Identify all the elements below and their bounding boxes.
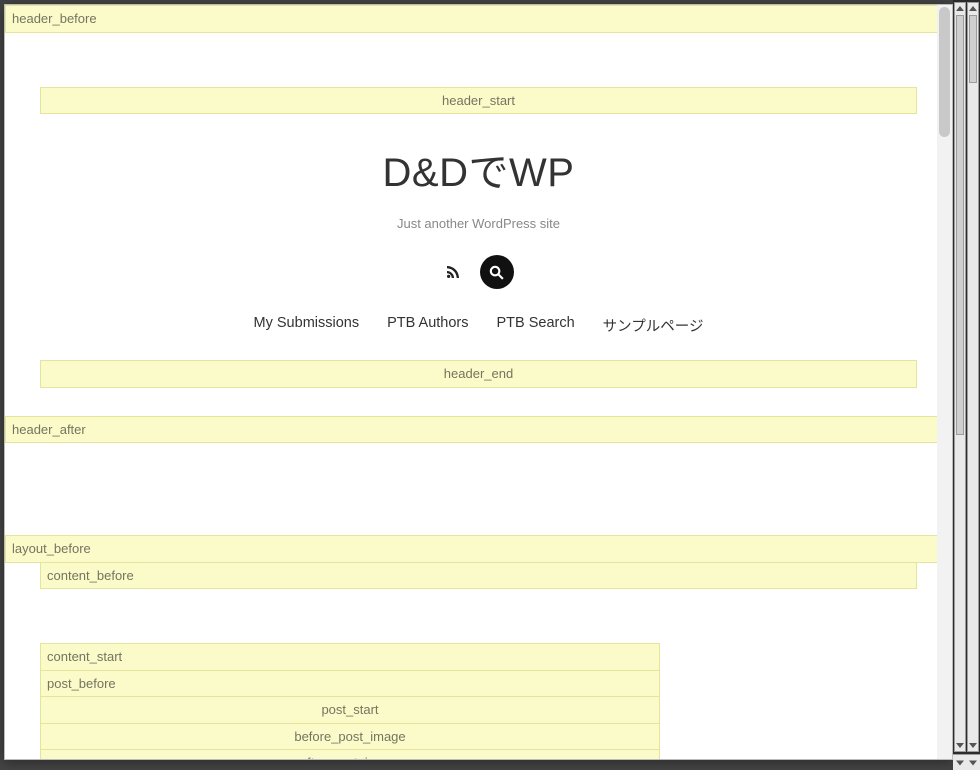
primary-nav: My Submissions PTB Authors PTB Search サン… [5, 315, 952, 336]
hook-header-after: header_after [5, 416, 952, 444]
inner-scrollbar[interactable] [937, 5, 952, 759]
scroll-up-icon[interactable] [956, 6, 964, 11]
nav-item-ptb-authors[interactable]: PTB Authors [387, 315, 468, 336]
nav-item-submissions[interactable]: My Submissions [254, 315, 360, 336]
site-title[interactable]: D&DでWP [5, 140, 952, 198]
scroll-down-icon[interactable] [969, 743, 977, 748]
hook-after-post-image: after_post_image [40, 750, 660, 759]
outer-scrollbar-right[interactable] [967, 2, 979, 752]
outer-scrollbar-bottom[interactable] [953, 754, 980, 770]
hook-header-end: header_end [40, 360, 917, 388]
hook-content-before: content_before [40, 563, 917, 590]
hook-before-post-image: before_post_image [40, 724, 660, 751]
nav-item-sample-page[interactable]: サンプルページ [603, 315, 704, 336]
page-content: header_before header_start D&DでWP Just a… [5, 5, 952, 759]
inner-scrollbar-thumb[interactable] [939, 7, 950, 137]
hook-post-before: post_before [40, 671, 660, 698]
scroll-up-icon[interactable] [969, 6, 977, 11]
hook-post-start: post_start [40, 697, 660, 724]
content-column: content_start post_before post_start bef… [40, 643, 660, 759]
page-viewport: header_before header_start D&DでWP Just a… [4, 4, 953, 760]
scroll-down-icon[interactable] [956, 743, 964, 748]
outer-scrollbar-right-thumb[interactable] [969, 15, 977, 83]
outer-scrollbar-left-thumb[interactable] [956, 15, 964, 435]
hook-layout-before: layout_before [5, 535, 952, 563]
nav-item-ptb-search[interactable]: PTB Search [497, 315, 575, 336]
chevron-down-icon[interactable] [967, 755, 980, 770]
outer-scrollbar-left[interactable] [954, 2, 966, 752]
hook-header-start: header_start [40, 87, 917, 115]
search-button[interactable] [480, 255, 514, 289]
outer-scrollbars [953, 0, 980, 770]
chevron-down-icon[interactable] [953, 755, 967, 770]
rss-icon[interactable] [444, 263, 462, 281]
hook-header-before: header_before [5, 5, 952, 33]
hook-content-start: content_start [40, 643, 660, 671]
site-tagline: Just another WordPress site [5, 216, 952, 231]
